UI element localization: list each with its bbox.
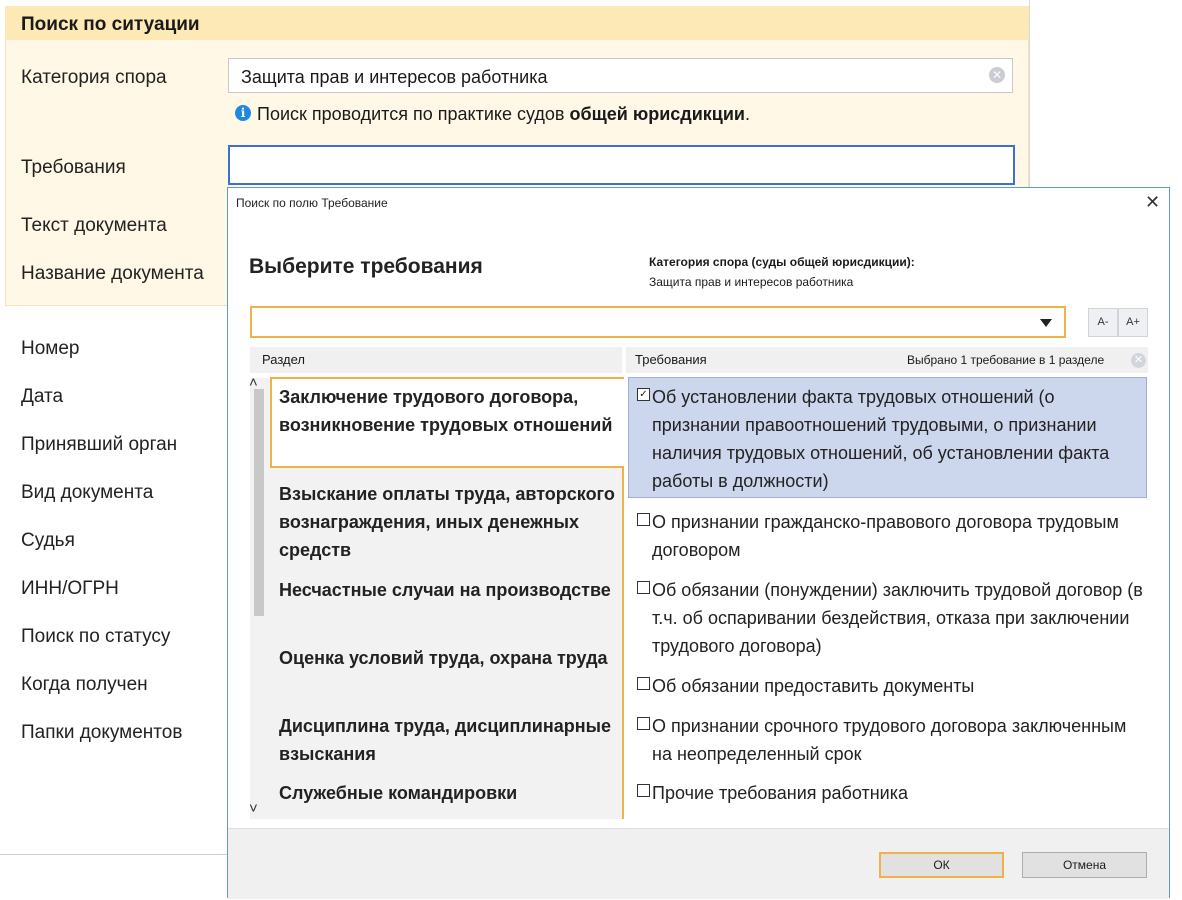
font-increase-button[interactable]: A+	[1118, 308, 1148, 337]
field-label-name[interactable]: Название документа	[21, 263, 204, 285]
panel-title: Поиск по ситуации	[21, 14, 200, 35]
section-item[interactable]: Взыскание оплаты труда, авторского возна…	[279, 480, 619, 564]
requirement-item[interactable]: Об обязании (понуждении) заключить трудо…	[652, 576, 1147, 660]
chevron-down-icon[interactable]	[1032, 311, 1060, 333]
requirement-item[interactable]: О признании гражданско-правового договор…	[652, 508, 1147, 564]
category-value[interactable]: Защита прав и интересов работника	[241, 67, 548, 88]
category-label: Категория спора	[21, 67, 167, 88]
divider	[622, 468, 624, 819]
ok-button[interactable]: ОК	[879, 852, 1004, 878]
info-icon: i	[235, 105, 251, 121]
section-item[interactable]: Оценка условий труда, охрана труда	[279, 644, 619, 672]
section-item[interactable]: Служебные командировки	[279, 779, 619, 807]
requirements-search-combo[interactable]	[250, 306, 1066, 338]
clear-icon[interactable]: ✕	[989, 67, 1005, 83]
field-label-judge[interactable]: Судья	[21, 530, 75, 552]
requirement-checkbox[interactable]	[637, 677, 650, 690]
field-label-status[interactable]: Поиск по статусу	[21, 626, 170, 648]
requirement-checkbox[interactable]	[637, 784, 650, 797]
dialog-title: Поиск по полю Требование	[236, 196, 388, 210]
field-label-inn[interactable]: ИНН/ОГРН	[21, 578, 119, 600]
requirement-checkbox[interactable]	[637, 513, 650, 526]
field-label-folders[interactable]: Папки документов	[21, 722, 182, 744]
field-label-number[interactable]: Номер	[21, 338, 79, 360]
field-label-text[interactable]: Текст документа	[21, 215, 167, 237]
font-decrease-button[interactable]: A-	[1088, 308, 1118, 337]
field-label-requirements[interactable]: Требования	[21, 157, 126, 179]
field-label-received[interactable]: Когда получен	[21, 674, 148, 696]
requirement-checkbox[interactable]	[637, 717, 650, 730]
section-item[interactable]: Заключение трудового договора, возникнов…	[279, 383, 619, 439]
chevron-down-icon[interactable]: ˅	[249, 800, 258, 817]
requirement-item[interactable]: Прочие требования работника	[652, 779, 1147, 807]
requirement-item[interactable]: О признании срочного трудового договора …	[652, 712, 1147, 768]
section-item[interactable]: Несчастные случаи на производстве	[279, 576, 619, 604]
requirements-dialog: Поиск по полю Требование ✕ Выберите треб…	[227, 187, 1170, 899]
section-item[interactable]: Дисциплина труда, дисциплинарные взыскан…	[279, 712, 619, 768]
column-header-section: Раздел	[250, 347, 622, 373]
close-icon[interactable]: ✕	[1145, 192, 1160, 213]
requirement-checkbox[interactable]: ✓	[637, 388, 650, 401]
field-label-doc-type[interactable]: Вид документа	[21, 482, 153, 504]
clear-selection-icon[interactable]: ✕	[1131, 353, 1146, 368]
category-caption: Категория спора (суды общей юрисдикции):	[649, 255, 915, 269]
requirement-checkbox[interactable]	[637, 581, 650, 594]
field-label-date[interactable]: Дата	[21, 386, 63, 408]
cancel-button[interactable]: Отмена	[1022, 852, 1147, 878]
requirement-item[interactable]: Об установлении факта трудовых отношений…	[652, 383, 1147, 495]
jurisdiction-note: Поиск проводится по практике судов общей…	[257, 104, 750, 124]
category-value: Защита прав и интересов работника	[649, 275, 854, 289]
scrollbar-thumb[interactable]	[254, 389, 264, 616]
field-label-authority[interactable]: Принявший орган	[21, 434, 177, 456]
selection-summary: Выбрано 1 требование в 1 разделе	[907, 353, 1105, 367]
requirements-input[interactable]	[228, 145, 1015, 185]
requirement-item[interactable]: Об обязании предоставить документы	[652, 672, 1147, 700]
dialog-heading: Выберите требования	[249, 255, 483, 278]
